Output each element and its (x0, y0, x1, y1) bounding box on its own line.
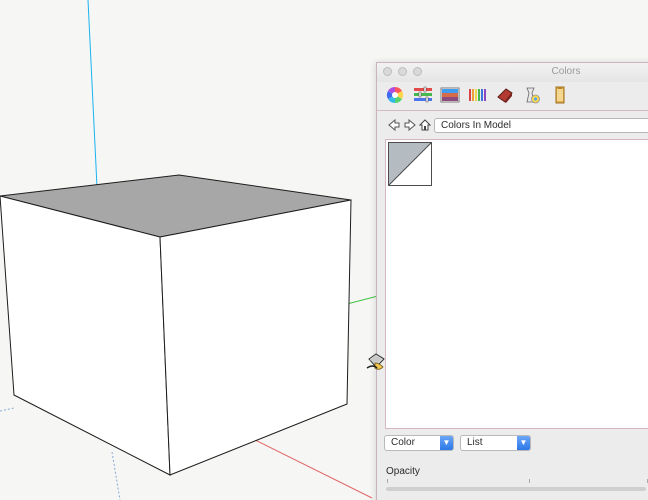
color-sliders-icon[interactable] (413, 85, 433, 105)
image-palettes-icon[interactable] (467, 85, 487, 105)
view-mode-dropdown[interactable]: List ▼ (460, 435, 531, 451)
sketchup-materials-icon[interactable] (522, 85, 542, 105)
panel-title: Colors (551, 66, 581, 77)
paint-bucket-cursor-icon (366, 353, 385, 370)
texture-icon[interactable] (550, 85, 570, 105)
crayons-icon[interactable] (495, 85, 515, 105)
opacity-tick (529, 479, 530, 483)
palette-selector[interactable]: Colors In Model (434, 118, 648, 133)
forward-arrow-icon[interactable] (403, 118, 417, 132)
palette-content: Colors In Model Color ▼ List ▼ Opacity (377, 111, 648, 500)
palette-navigation: Colors In Model (377, 116, 648, 136)
color-picker-toolbar (377, 82, 648, 111)
home-icon[interactable] (418, 118, 432, 132)
color-swatches[interactable] (385, 139, 648, 429)
color-swatch[interactable] (388, 142, 432, 186)
view-mode-value: List (467, 437, 483, 448)
opacity-slider[interactable] (386, 487, 646, 491)
color-mode-dropdown[interactable]: Color ▼ (384, 435, 454, 451)
dropdown-arrow-icon: ▼ (517, 436, 530, 450)
panel-titlebar[interactable]: Colors (377, 63, 648, 83)
color-wheel-icon[interactable] (385, 85, 405, 105)
color-palettes-icon[interactable] (440, 85, 460, 105)
color-mode-value: Color (391, 437, 415, 448)
opacity-tick (387, 479, 388, 483)
dropdown-arrow-icon: ▼ (440, 436, 453, 450)
opacity-label: Opacity (386, 466, 420, 477)
sketchup-window: Colors Colors In Model Color ▼ List ▼ Op… (0, 0, 648, 500)
colors-panel: Colors Colors In Model Color ▼ List ▼ Op… (376, 62, 648, 500)
back-arrow-icon[interactable] (387, 118, 401, 132)
